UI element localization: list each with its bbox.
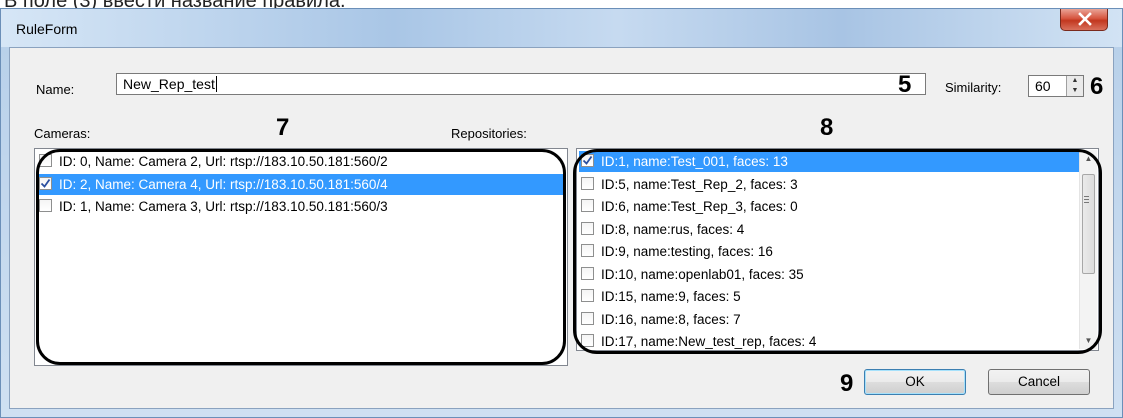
- camera-list-item[interactable]: ID: 1, Name: Camera 3, Url: rtsp://183.1…: [37, 196, 565, 217]
- scrollbar-thumb[interactable]: [1082, 174, 1095, 274]
- similarity-label: Similarity:: [945, 80, 1002, 95]
- repository-checkbox[interactable]: [581, 199, 594, 212]
- repositories-scrollbar[interactable]: ▲ ▼: [1079, 150, 1097, 349]
- repository-item-label: ID:5, name:Test_Rep_2, faces: 3: [601, 176, 798, 192]
- camera-item-label: ID: 0, Name: Camera 2, Url: rtsp://183.1…: [59, 154, 388, 169]
- repository-list-item[interactable]: ID:15, name:9, faces: 5: [579, 286, 1079, 307]
- annotation-7: 7: [276, 114, 290, 141]
- repository-list-item[interactable]: ID:8, name:rus, faces: 4: [579, 219, 1079, 240]
- repositories-listbox[interactable]: ▲ ▼ ID:1, name:Test_001, faces: 13 ID:5, …: [576, 148, 1099, 351]
- repository-item-label: ID:9, name:testing, faces: 16: [601, 244, 773, 259]
- title-bar[interactable]: RuleForm: [1, 9, 1122, 47]
- spin-up-icon[interactable]: ▲: [1067, 76, 1083, 86]
- repository-list-item[interactable]: ID:1, name:Test_001, faces: 13: [579, 151, 1079, 172]
- repository-checkbox[interactable]: [581, 244, 594, 257]
- window-title: RuleForm: [16, 21, 78, 37]
- similarity-value: 60: [1035, 78, 1051, 94]
- repository-checkbox[interactable]: [581, 289, 594, 302]
- scroll-down-icon[interactable]: ▼: [1080, 332, 1097, 349]
- repository-checkbox[interactable]: [581, 311, 594, 325]
- repository-checkbox[interactable]: [581, 154, 594, 167]
- cameras-listbox[interactable]: ID: 0, Name: Camera 2, Url: rtsp://183.1…: [34, 148, 568, 366]
- repositories-label: Repositories:: [451, 126, 527, 141]
- camera-item-label: ID: 2, Name: Camera 4, Url: rtsp://183.1…: [59, 176, 388, 192]
- spin-down-icon[interactable]: ▼: [1067, 86, 1083, 96]
- close-button[interactable]: [1060, 9, 1108, 31]
- name-input[interactable]: New_Rep_test: [116, 73, 926, 95]
- repository-list-item[interactable]: ID:17, name:New_test_rep, faces: 4: [579, 331, 1079, 350]
- repository-item-label: ID:6, name:Test_Rep_3, faces: 0: [601, 199, 798, 214]
- annotation-5: 5: [898, 71, 912, 98]
- repository-item-label: ID:16, name:8, faces: 7: [601, 311, 741, 327]
- camera-checkbox[interactable]: [39, 154, 52, 167]
- spinner-arrows[interactable]: ▲ ▼: [1066, 76, 1083, 96]
- repository-item-label: ID:17, name:New_test_rep, faces: 4: [601, 334, 817, 349]
- repository-list-item[interactable]: ID:16, name:8, faces: 7: [579, 309, 1079, 330]
- camera-list-item[interactable]: ID: 0, Name: Camera 2, Url: rtsp://183.1…: [37, 151, 565, 172]
- repository-checkbox[interactable]: [581, 266, 594, 280]
- repository-item-label: ID:1, name:Test_001, faces: 13: [601, 154, 788, 169]
- dialog-body: Name: New_Rep_test 5 Similarity: 60 ▲ ▼ …: [9, 47, 1114, 409]
- checkmark-icon: [40, 178, 51, 188]
- grip-icon: [1084, 196, 1089, 205]
- repository-list-item[interactable]: ID:10, name:openlab01, faces: 35: [579, 264, 1079, 285]
- repository-list-item[interactable]: ID:9, name:testing, faces: 16: [579, 241, 1079, 262]
- repository-checkbox[interactable]: [581, 221, 594, 235]
- annotation-8: 8: [820, 114, 834, 141]
- repository-checkbox[interactable]: [581, 176, 594, 190]
- rule-form-window: RuleForm Name: New_Rep_test 5 Similarity…: [0, 8, 1123, 418]
- repository-item-label: ID:8, name:rus, faces: 4: [601, 221, 745, 237]
- close-x-icon: [1078, 12, 1092, 26]
- checkmark-icon: [582, 155, 593, 165]
- repository-item-label: ID:10, name:openlab01, faces: 35: [601, 266, 804, 282]
- repository-list-item[interactable]: ID:5, name:Test_Rep_2, faces: 3: [579, 174, 1079, 195]
- similarity-spinner[interactable]: 60 ▲ ▼: [1028, 75, 1084, 97]
- repository-list-item[interactable]: ID:6, name:Test_Rep_3, faces: 0: [579, 196, 1079, 217]
- repository-checkbox[interactable]: [581, 334, 594, 347]
- cancel-button[interactable]: Cancel: [988, 369, 1090, 395]
- text-caret: [215, 76, 217, 92]
- camera-checkbox[interactable]: [39, 199, 52, 212]
- cameras-label: Cameras:: [34, 126, 91, 141]
- annotation-6: 6: [1090, 73, 1104, 100]
- repository-item-label: ID:15, name:9, faces: 5: [601, 289, 741, 304]
- scroll-up-icon[interactable]: ▲: [1080, 150, 1097, 167]
- name-input-value: New_Rep_test: [123, 76, 215, 92]
- annotation-9: 9: [840, 370, 854, 397]
- ok-button[interactable]: OK: [864, 369, 966, 395]
- name-label: Name:: [36, 82, 75, 97]
- camera-list-item[interactable]: ID: 2, Name: Camera 4, Url: rtsp://183.1…: [37, 173, 565, 195]
- camera-item-label: ID: 1, Name: Camera 3, Url: rtsp://183.1…: [59, 199, 388, 214]
- camera-checkbox[interactable]: [39, 176, 52, 190]
